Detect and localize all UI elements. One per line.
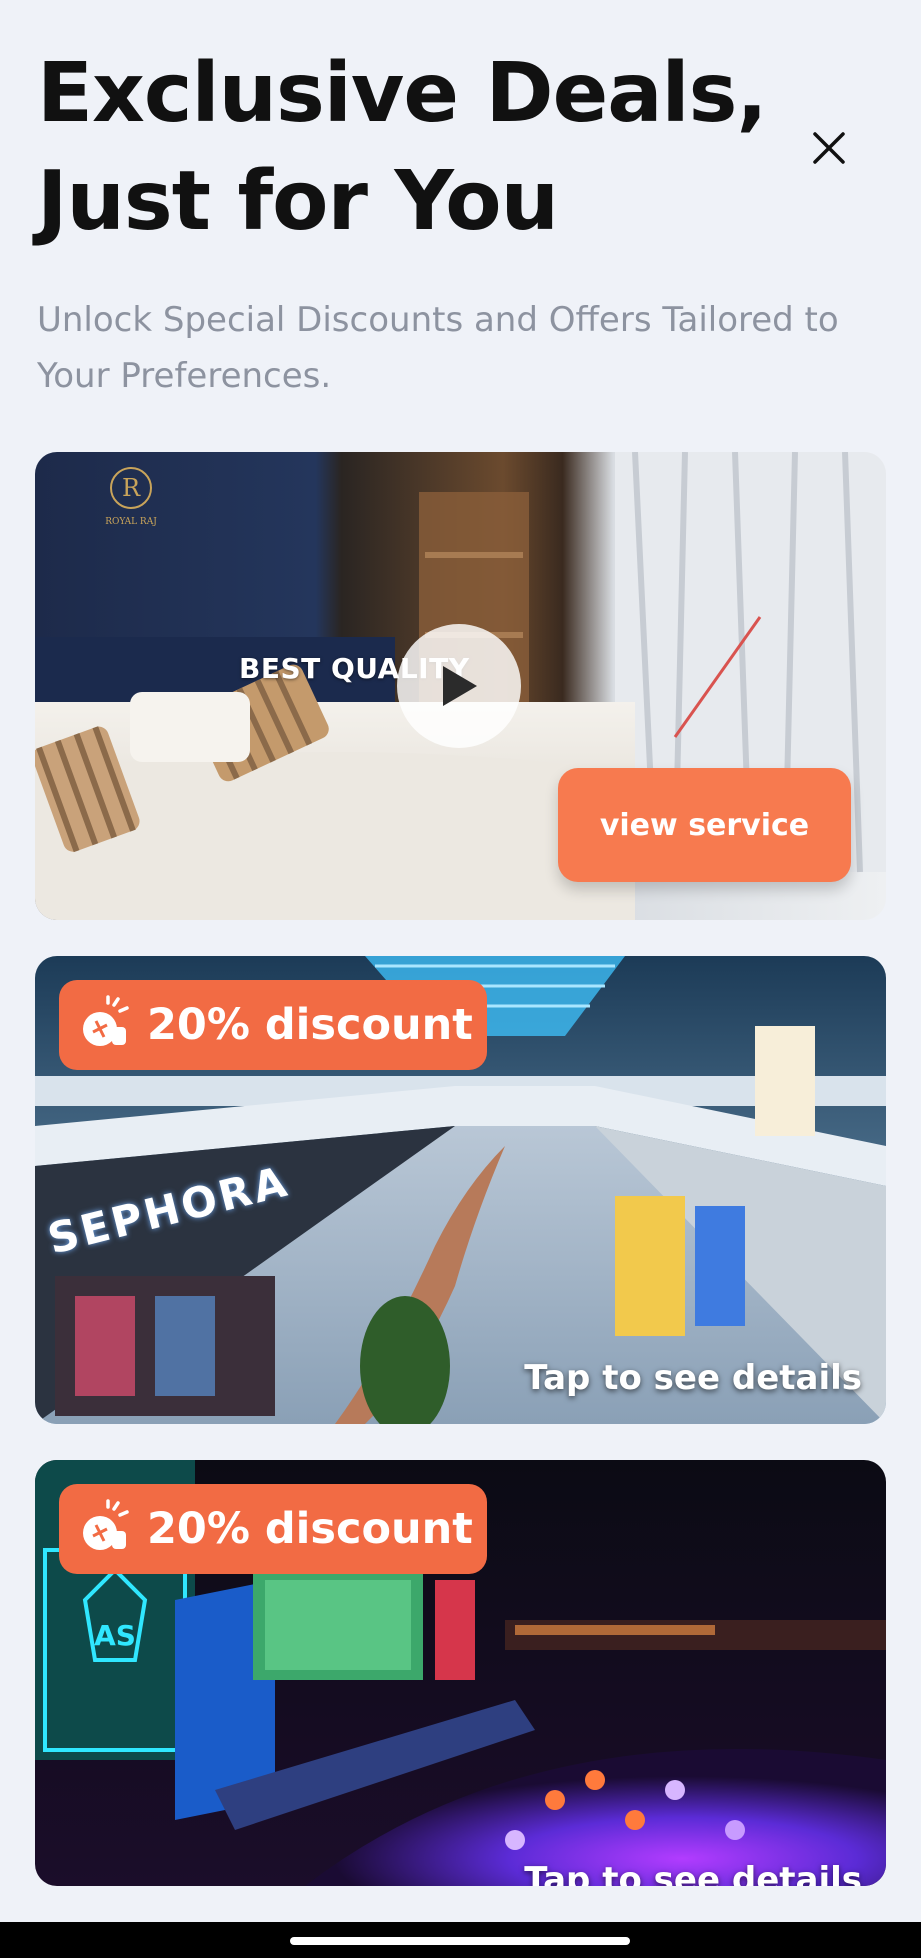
deal-card-esports[interactable]: AS 20% discount Tap to see details <box>35 1460 886 1886</box>
deal-card-hotel[interactable]: R ROYAL RAJ BEST QUALITY view service <box>35 452 886 920</box>
discount-hand-icon <box>71 992 137 1058</box>
svg-text:R: R <box>122 474 141 502</box>
svg-text:ROYAL RAJ: ROYAL RAJ <box>105 517 157 527</box>
discount-badge: 20% discount <box>59 1484 487 1574</box>
tap-to-see-details[interactable]: Tap to see details <box>524 1860 862 1886</box>
deal-card-mall[interactable]: SEPHORA 20% discount Tap to see details <box>35 956 886 1424</box>
discount-hand-icon <box>71 1496 137 1562</box>
play-icon <box>443 666 477 706</box>
page-subtitle: Unlock Special Discounts and Offers Tail… <box>37 300 839 396</box>
view-service-button[interactable]: view service <box>558 768 851 882</box>
close-button[interactable] <box>803 122 855 174</box>
tap-to-see-details[interactable]: Tap to see details <box>524 1358 862 1398</box>
discount-badge-label: 20% discount <box>147 1000 473 1050</box>
play-button[interactable] <box>397 624 521 748</box>
royal-raj-logo: R ROYAL RAJ <box>105 467 157 527</box>
home-indicator[interactable] <box>290 1937 630 1945</box>
discount-badge: 20% discount <box>59 980 487 1070</box>
svg-text:AS: AS <box>94 1619 136 1652</box>
close-icon <box>813 132 845 164</box>
deals-page: Exclusive Deals, Just for You Unlock Spe… <box>0 0 921 1958</box>
discount-badge-label: 20% discount <box>147 1504 473 1554</box>
page-title: Exclusive Deals, Just for You <box>37 46 768 249</box>
